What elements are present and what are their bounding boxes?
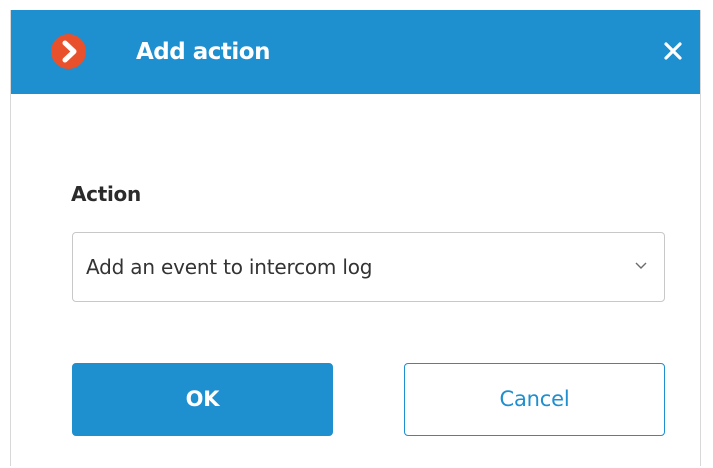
- dialog-titlebar: Add action: [11, 10, 700, 94]
- ok-button[interactable]: OK: [72, 363, 333, 436]
- close-icon[interactable]: [658, 36, 688, 66]
- app-logo-icon: [51, 34, 86, 69]
- add-action-dialog: Add action Action Add an event to interc…: [10, 10, 701, 466]
- cancel-button[interactable]: Cancel: [404, 363, 665, 436]
- chevron-down-icon: [634, 261, 648, 271]
- action-select-value: Add an event to intercom log: [86, 255, 373, 279]
- dialog-title: Add action: [136, 39, 270, 65]
- action-select[interactable]: Add an event to intercom log: [72, 232, 665, 302]
- action-label: Action: [71, 182, 141, 206]
